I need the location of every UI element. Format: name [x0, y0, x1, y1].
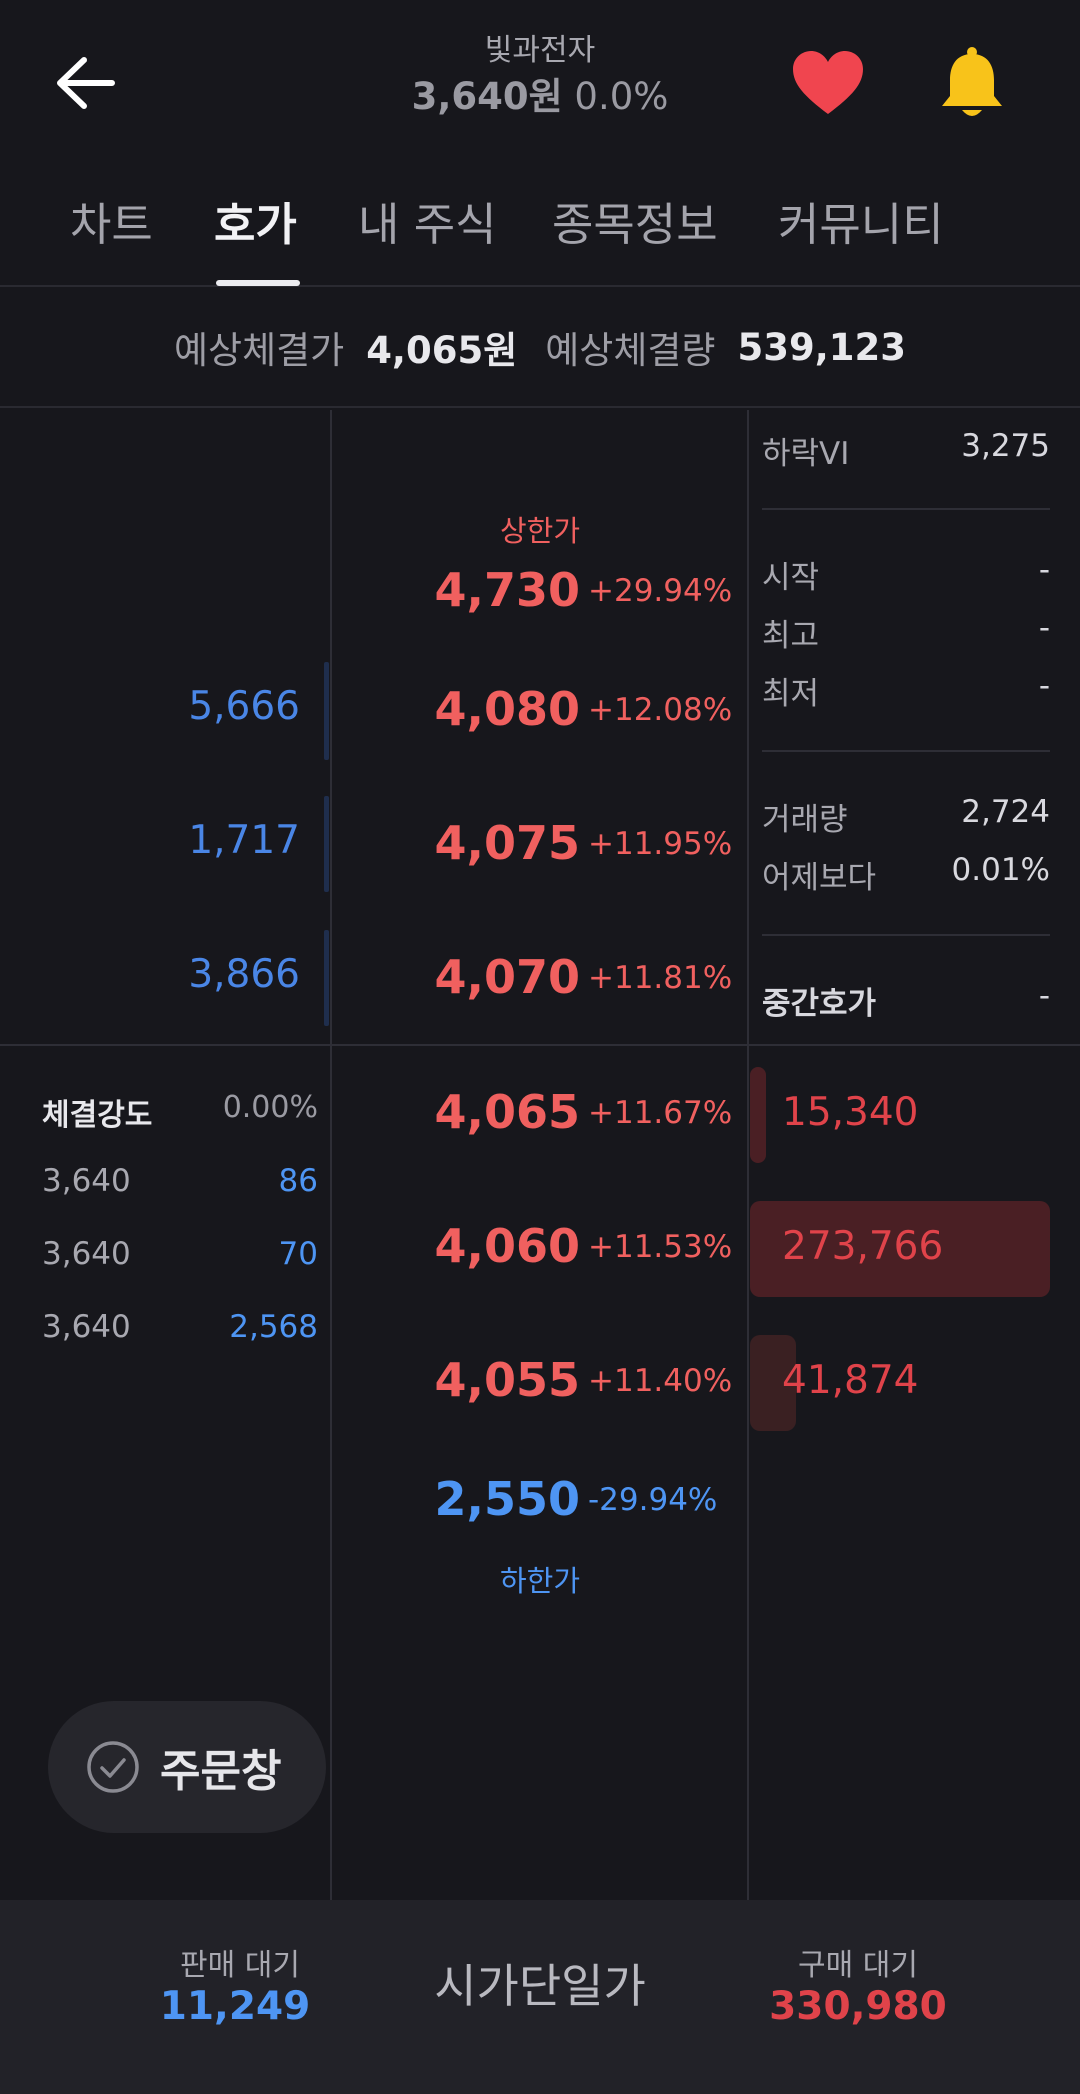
ask-qty: 3,866: [188, 952, 300, 997]
alert-button[interactable]: [936, 46, 1008, 122]
bid-pct: +11.40%: [588, 1363, 733, 1399]
ask-volume-bar: [324, 930, 329, 1026]
upper-limit-label: 상한가: [499, 514, 581, 548]
trade-price: 3,640: [42, 1309, 131, 1345]
mid-price-label: 중간호가: [762, 986, 877, 1022]
lower-limit-price[interactable]: 2,550: [380, 1472, 580, 1526]
current-price: 3,640원: [411, 75, 563, 118]
open-label: 시작: [762, 560, 820, 596]
low-value: -: [1038, 668, 1050, 704]
order-window-label: 주문창: [160, 1746, 282, 1797]
bell-icon: [942, 47, 1002, 116]
orderbook-screen: 빛과전자 3,640원 0.0% 차트 호가 내 주식 종목정보 커뮤니티 예상…: [0, 0, 1080, 2094]
ask-price[interactable]: 4,070: [380, 950, 580, 1004]
trade-strength-value: 0.00%: [222, 1090, 318, 1125]
ask-pct: +11.95%: [588, 826, 733, 862]
trade-qty: 2,568: [229, 1309, 318, 1345]
volume-value: 2,724: [961, 794, 1050, 830]
expected-volume-label: 예상체결량: [545, 329, 716, 372]
bottom-summary: 판매 대기 11,249 시가단일가 구매 대기 330,980: [0, 1900, 1080, 2094]
tab-my-stock[interactable]: 내 주식: [358, 189, 497, 261]
vs-yesterday-value: 0.01%: [951, 852, 1050, 888]
order-window-button[interactable]: 주문창: [48, 1701, 326, 1833]
bid-price[interactable]: 4,055: [380, 1353, 580, 1407]
ask-volume-bar: [324, 796, 329, 892]
expected-volume-value: 539,123: [737, 325, 906, 369]
ask-qty: 5,666: [188, 684, 300, 729]
lower-limit-label: 하한가: [499, 1564, 581, 1598]
low-label: 최저: [762, 676, 820, 712]
session-status: 시가단일가: [434, 1959, 646, 2013]
expected-execution-summary: 예상체결가 4,065원 예상체결량 539,123: [0, 288, 1080, 408]
bid-price[interactable]: 4,065: [380, 1085, 580, 1139]
trade-price: 3,640: [42, 1236, 131, 1272]
volume-label: 거래량: [762, 802, 848, 838]
column-divider-right: [747, 410, 749, 1900]
mid-price-value: -: [1038, 978, 1050, 1014]
bid-pct: +11.53%: [588, 1229, 733, 1265]
high-label: 최고: [762, 618, 820, 654]
buy-wait-label: 구매 대기: [798, 1948, 918, 1983]
bid-qty: 15,340: [782, 1090, 919, 1135]
tab-community[interactable]: 커뮤니티: [778, 189, 944, 261]
expected-price-label: 예상체결가: [173, 329, 345, 372]
heart-icon: [793, 51, 863, 114]
ask-price[interactable]: 4,075: [380, 816, 580, 870]
trade-strength-label: 체결강도: [42, 1098, 153, 1133]
ask-volume-bar: [324, 662, 329, 760]
info-divider: [762, 750, 1050, 752]
bid-price[interactable]: 4,060: [380, 1219, 580, 1273]
ask-price[interactable]: 4,080: [380, 682, 580, 736]
sell-wait-label: 판매 대기: [180, 1948, 300, 1983]
bid-qty: 273,766: [782, 1224, 944, 1269]
title-block: 빛과전자 3,640원 0.0%: [340, 30, 740, 122]
bid-pct: +11.67%: [588, 1095, 733, 1131]
expected-price-value: 4,065원: [366, 329, 518, 372]
ask-pct: +12.08%: [588, 692, 733, 728]
upper-limit-price[interactable]: 4,730: [380, 563, 580, 617]
info-divider: [762, 508, 1050, 510]
buy-wait-value: 330,980: [769, 1984, 947, 2029]
vi-value: 3,275: [961, 428, 1050, 464]
tab-orderbook[interactable]: 호가: [214, 189, 297, 261]
bid-volume-bar: [750, 1067, 766, 1163]
ask-bid-divider: [0, 1044, 1080, 1046]
vs-yesterday-label: 어제보다: [762, 860, 877, 896]
price-change: 0.0%: [574, 75, 669, 118]
ask-qty: 1,717: [188, 818, 300, 863]
sell-wait-value: 11,249: [159, 1984, 311, 2029]
lower-limit-pct: -29.94%: [588, 1482, 718, 1518]
high-value: -: [1038, 610, 1050, 646]
tab-bar: 차트 호가 내 주식 종목정보 커뮤니티: [0, 175, 1080, 287]
column-divider-left: [330, 410, 332, 1900]
favorite-button[interactable]: [790, 48, 866, 118]
trade-price: 3,640: [42, 1163, 131, 1199]
back-arrow-icon: [57, 57, 115, 109]
bid-qty: 41,874: [782, 1358, 919, 1403]
ask-pct: +11.81%: [588, 960, 733, 996]
header: 빛과전자 3,640원 0.0%: [0, 0, 1080, 165]
stock-name: 빛과전자: [484, 33, 596, 68]
back-button[interactable]: [50, 50, 120, 116]
check-circle-icon: [87, 1741, 139, 1793]
open-value: -: [1038, 552, 1050, 588]
upper-limit-pct: +29.94%: [588, 573, 733, 609]
tab-stock-info[interactable]: 종목정보: [552, 189, 718, 261]
active-tab-indicator: [216, 280, 300, 286]
current-price-line: 3,640원 0.0%: [340, 72, 740, 122]
trade-qty: 86: [278, 1163, 318, 1199]
trade-qty: 70: [278, 1236, 318, 1272]
info-divider: [762, 934, 1050, 936]
tab-chart[interactable]: 차트: [70, 189, 153, 261]
vi-label: 하락VI: [762, 436, 850, 472]
